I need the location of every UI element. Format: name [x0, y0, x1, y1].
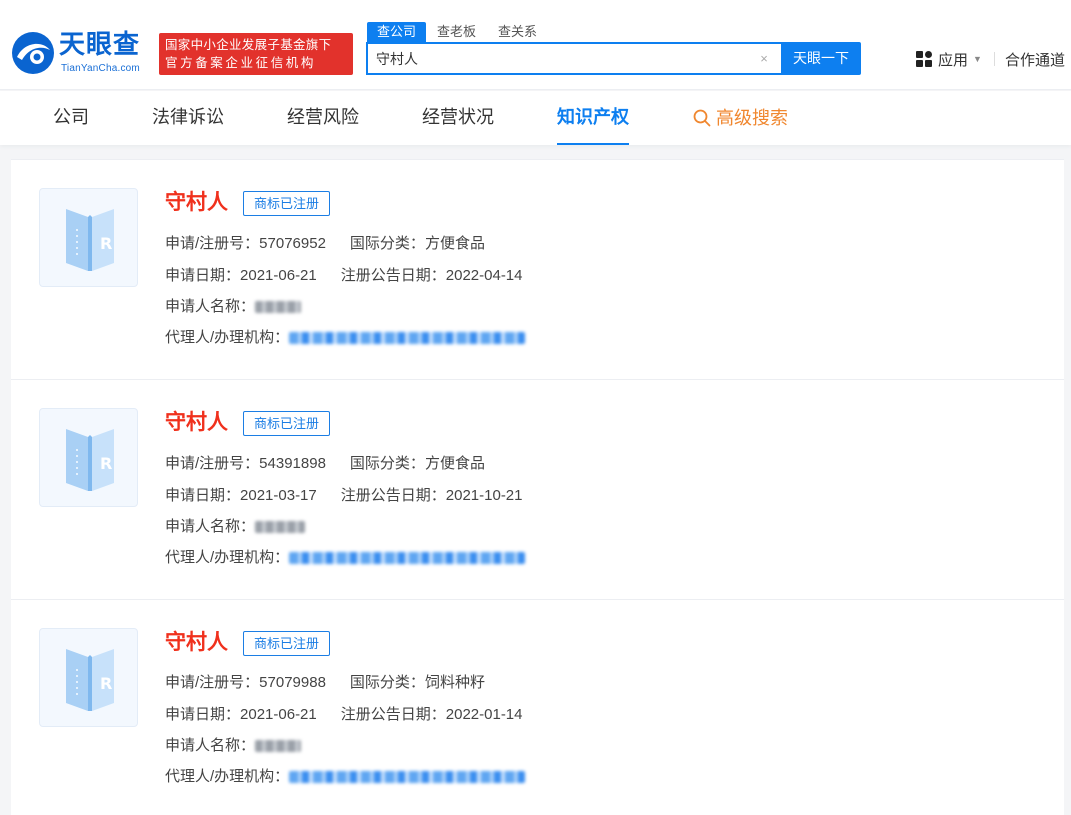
agent-label: 代理人/办理机构： — [165, 329, 290, 346]
trademark-thumbnail[interactable]: R — [39, 408, 138, 507]
brand-domain: TianYanCha.com — [61, 63, 140, 74]
date-row: 申请日期：2021-06-21 注册公告日期：2022-01-14 — [165, 705, 523, 725]
partner-link[interactable]: 合作通道 — [1005, 49, 1065, 70]
nav-ip[interactable]: 知识产权 — [557, 91, 629, 145]
category-nav: 公司 法律诉讼 经营风险 经营状况 知识产权 高级搜索 — [0, 91, 1071, 145]
reg-no-label: 申请/注册号： — [165, 674, 260, 691]
reg-info-row: 申请/注册号：57079988 国际分类：饲料种籽 — [165, 673, 485, 693]
logo[interactable]: 天眼查 TianYanCha.com — [10, 30, 150, 78]
trademark-name[interactable]: 守村人 — [165, 409, 228, 437]
apps-grid-icon[interactable] — [916, 51, 932, 67]
announce-date-label: 注册公告日期： — [340, 267, 446, 284]
applicant-label: 申请人名称： — [165, 737, 256, 754]
trademark-name[interactable]: 守村人 — [165, 189, 228, 217]
status-badge: 商标已注册 — [243, 411, 331, 436]
date-row: 申请日期：2021-06-21 注册公告日期：2022-04-14 — [165, 266, 523, 286]
search-icon — [693, 109, 711, 127]
reg-no-value: 57076952 — [259, 235, 326, 252]
header: 天眼查 TianYanCha.com 国家中小企业发展子基金旗下 官方备案企业征… — [0, 0, 1071, 90]
applicant-row: 申请人名称： — [165, 517, 306, 537]
agent-label: 代理人/办理机构： — [165, 549, 290, 566]
apply-date-value: 2021-03-17 — [240, 487, 317, 504]
agent-redacted-link[interactable] — [289, 552, 526, 565]
trademark-thumbnail[interactable]: R — [39, 628, 138, 727]
clear-icon[interactable]: × — [757, 52, 771, 66]
intl-class-label: 国际分类： — [349, 674, 425, 691]
trademark-book-icon: R — [66, 429, 114, 491]
intl-class-label: 国际分类： — [349, 235, 425, 252]
advanced-search-label: 高级搜索 — [716, 108, 788, 128]
tab-search-relation[interactable]: 查关系 — [487, 22, 548, 42]
nav-operation[interactable]: 经营状况 — [422, 91, 494, 145]
announce-date-label: 注册公告日期： — [340, 487, 446, 504]
agent-row: 代理人/办理机构： — [165, 548, 526, 568]
reg-info-row: 申请/注册号：54391898 国际分类：方便食品 — [165, 454, 485, 474]
agent-label: 代理人/办理机构： — [165, 768, 290, 785]
apps-menu[interactable]: 应用 — [938, 49, 968, 70]
applicant-redacted — [255, 521, 306, 534]
reg-no-value: 54391898 — [259, 455, 326, 472]
agent-row: 代理人/办理机构： — [165, 767, 526, 787]
nav-advanced-search[interactable]: 高级搜索 — [693, 91, 788, 145]
svg-text:R: R — [100, 454, 112, 473]
chevron-down-icon[interactable]: ▼ — [973, 54, 982, 64]
applicant-label: 申请人名称： — [165, 518, 256, 535]
tab-search-boss[interactable]: 查老板 — [426, 22, 487, 42]
announce-date-value: 2021-10-21 — [445, 487, 523, 504]
nav-litigation[interactable]: 法律诉讼 — [152, 91, 224, 145]
date-row: 申请日期：2021-03-17 注册公告日期：2021-10-21 — [165, 486, 523, 506]
badge-line2: 官方备案企业征信机构 — [165, 56, 317, 70]
intl-class-label: 国际分类： — [349, 455, 425, 472]
status-badge: 商标已注册 — [243, 631, 331, 656]
intl-class-value: 方便食品 — [424, 455, 485, 472]
apply-date-label: 申请日期： — [165, 267, 241, 284]
trademark-name[interactable]: 守村人 — [165, 629, 228, 657]
brand-name: 天眼查 — [59, 30, 141, 60]
reg-info-row: 申请/注册号：57076952 国际分类：方便食品 — [165, 234, 485, 254]
apply-date-label: 申请日期： — [165, 706, 241, 723]
trademark-card[interactable]: R 守村人 商标已注册 申请/注册号：57079988 国际分类：饲料种籽 申请日… — [11, 600, 1064, 815]
applicant-row: 申请人名称： — [165, 297, 302, 317]
intl-class-value: 方便食品 — [424, 235, 485, 252]
search-button[interactable]: 天眼一下 — [781, 42, 861, 75]
applicant-redacted — [255, 740, 302, 753]
search-tabs: 查公司 查老板 查关系 — [367, 22, 548, 42]
reg-no-label: 申请/注册号： — [165, 455, 260, 472]
applicant-redacted — [255, 301, 302, 314]
announce-date-label: 注册公告日期： — [340, 706, 446, 723]
svg-text:R: R — [100, 234, 112, 253]
trademark-thumbnail[interactable]: R — [39, 188, 138, 287]
status-badge: 商标已注册 — [243, 191, 331, 216]
announce-date-value: 2022-04-14 — [445, 267, 523, 284]
divider — [993, 52, 995, 66]
reg-no-label: 申请/注册号： — [165, 235, 260, 252]
apply-date-label: 申请日期： — [165, 487, 241, 504]
search-input[interactable] — [376, 44, 746, 73]
tab-search-company[interactable]: 查公司 — [367, 22, 427, 42]
result-list: R 守村人 商标已注册 申请/注册号：57076952 国际分类：方便食品 申请日… — [11, 159, 1064, 815]
svg-text:R: R — [100, 674, 112, 693]
header-right: 应用 ▼ 合作通道 — [916, 49, 1065, 69]
agent-row: 代理人/办理机构： — [165, 328, 526, 348]
agent-redacted-link[interactable] — [289, 771, 526, 784]
intl-class-value: 饲料种籽 — [424, 674, 485, 691]
page: 天眼查 TianYanCha.com 国家中小企业发展子基金旗下 官方备案企业征… — [0, 0, 1071, 815]
eye-logo-icon — [12, 32, 54, 74]
reg-no-value: 57079988 — [259, 674, 326, 691]
announce-date-value: 2022-01-14 — [445, 706, 523, 723]
trademark-book-icon: R — [66, 209, 114, 271]
search-box: × — [366, 42, 781, 75]
applicant-row: 申请人名称： — [165, 736, 302, 756]
official-badge: 国家中小企业发展子基金旗下 官方备案企业征信机构 — [159, 33, 353, 75]
agent-redacted-link[interactable] — [289, 332, 526, 345]
applicant-label: 申请人名称： — [165, 298, 256, 315]
trademark-card[interactable]: R 守村人 商标已注册 申请/注册号：57076952 国际分类：方便食品 申请日… — [11, 160, 1064, 380]
badge-line1: 国家中小企业发展子基金旗下 — [165, 38, 332, 52]
trademark-book-icon: R — [66, 649, 114, 711]
nav-risk[interactable]: 经营风险 — [287, 91, 359, 145]
trademark-card[interactable]: R 守村人 商标已注册 申请/注册号：54391898 国际分类：方便食品 申请日… — [11, 380, 1064, 600]
apply-date-value: 2021-06-21 — [240, 706, 317, 723]
apply-date-value: 2021-06-21 — [240, 267, 317, 284]
nav-company[interactable]: 公司 — [53, 91, 89, 145]
